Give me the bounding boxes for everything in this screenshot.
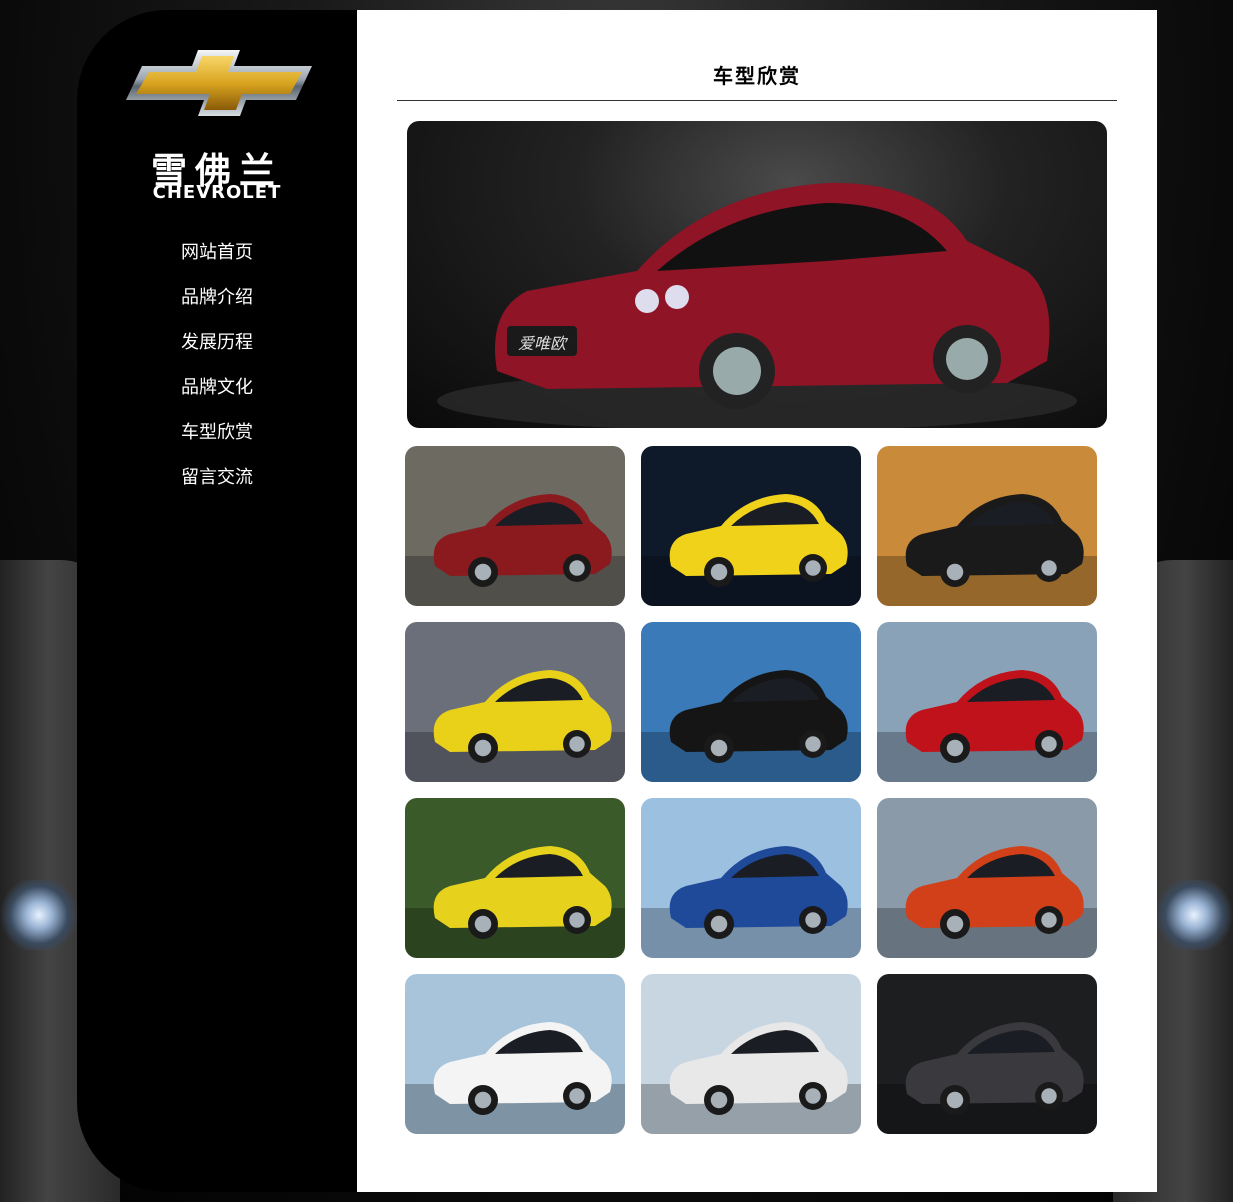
car-thumbnail-8[interactable] [641,798,861,958]
sidebar: 雪佛兰 CHEVROLET 网站首页 品牌介绍 发展历程 品牌文化 车型欣赏 留… [77,10,357,1192]
wheel-rim [474,915,492,933]
wheel-rim [946,739,964,757]
car-thumbnail-10[interactable] [405,974,625,1134]
wheel-rim [1041,736,1057,752]
page-title: 车型欣赏 [713,64,801,88]
car-illustration [877,798,1097,958]
car-illustration [641,974,861,1134]
wheel-rim [710,563,728,581]
car-thumbnail-12[interactable] [877,974,1097,1134]
car-illustration: 爱唯欧 [437,182,1077,428]
car-thumbnail-6[interactable] [877,622,1097,782]
car-thumbnail-11[interactable] [641,974,861,1134]
wheel-rim [1041,912,1057,928]
headlight-right-decoration [1155,880,1233,950]
car-illustration [405,974,625,1134]
wheel-rim [474,1091,492,1109]
car-illustration [641,798,861,958]
nav-item-models[interactable]: 车型欣赏 [77,419,357,464]
car-thumbnail-2[interactable] [641,446,861,606]
nav-item-home[interactable]: 网站首页 [77,239,357,284]
nav-item-history[interactable]: 发展历程 [77,329,357,374]
wheel-rim [710,739,728,757]
car-thumbnail-3[interactable] [877,446,1097,606]
car-thumbnail-9[interactable] [877,798,1097,958]
wheel-rim [569,560,585,576]
car-thumbnail-1[interactable] [405,446,625,606]
car-thumbnail-7[interactable] [405,798,625,958]
headlight-left-decoration [0,880,78,950]
wheel-rim [569,736,585,752]
wheel-rim [805,560,821,576]
wheel-rim [569,1088,585,1104]
wheel-rim [946,915,964,933]
brand-name-english: CHEVROLET [152,182,282,203]
wheel-rim [946,563,964,581]
car-illustration [405,446,625,606]
wheel-rim [710,915,728,933]
chevrolet-bowtie-icon[interactable] [122,48,316,118]
nav-item-brand-culture[interactable]: 品牌文化 [77,374,357,419]
car-thumbnail-4[interactable] [405,622,625,782]
wheel-rim [805,736,821,752]
wheel-rim [805,912,821,928]
wheel-rim [569,912,585,928]
car-illustration [641,622,861,782]
main-content: 车型欣赏 爱唯欧 [357,10,1157,1192]
wheel-rim [474,563,492,581]
hero-car-image[interactable]: 爱唯欧 [407,121,1107,428]
car-illustration [405,622,625,782]
wheel-rim [710,1091,728,1109]
wheel-rim [805,1088,821,1104]
wheel-rim [946,1091,964,1109]
wheel-rim [474,739,492,757]
car-illustration [877,446,1097,606]
nav-item-messages[interactable]: 留言交流 [77,464,357,509]
car-illustration [405,798,625,958]
nav-item-brand-intro[interactable]: 品牌介绍 [77,284,357,329]
car-illustration [641,446,861,606]
title-divider [397,100,1117,101]
wheel-rim [1041,560,1057,576]
wheel-rim [1041,1088,1057,1104]
car-thumbnail-5[interactable] [641,622,861,782]
hero-plate-text: 爱唯欧 [518,334,569,353]
car-illustration [877,622,1097,782]
car-illustration [877,974,1097,1134]
main-nav: 网站首页 品牌介绍 发展历程 品牌文化 车型欣赏 留言交流 [77,239,357,509]
